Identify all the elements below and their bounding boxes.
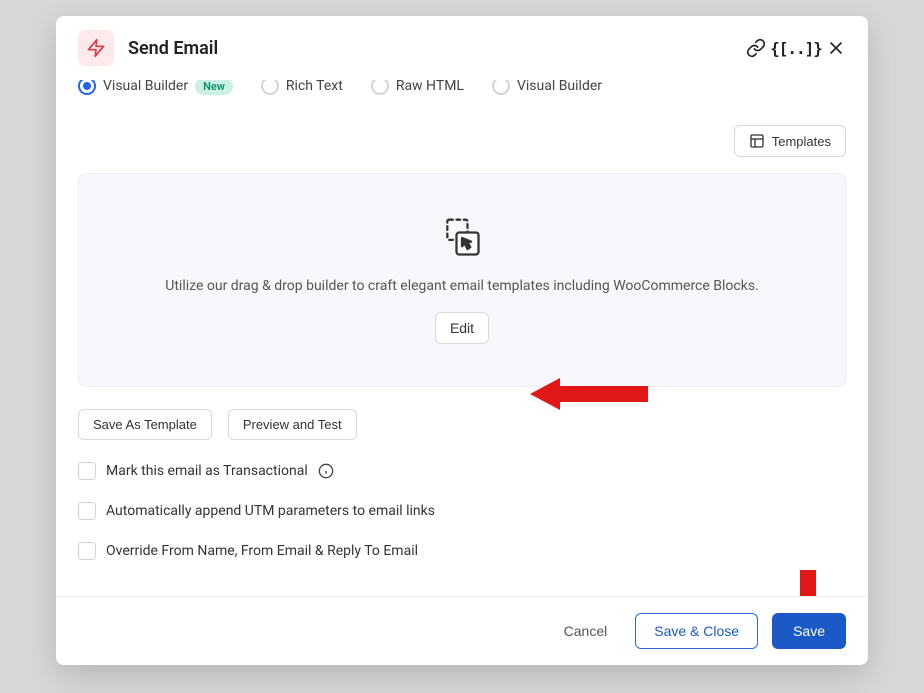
info-icon[interactable] [318,463,334,479]
save-as-template-button[interactable]: Save As Template [78,409,212,440]
save-label: Save [793,623,825,639]
utm-label: Automatically append UTM parameters to e… [106,503,435,519]
header-actions: {[..]} [746,38,846,58]
save-and-close-button[interactable]: Save & Close [635,613,758,649]
edit-button[interactable]: Edit [435,312,489,344]
smart-code-icon[interactable]: {[..]} [786,38,806,58]
radio-rich-text[interactable]: Rich Text [261,80,343,95]
radio-raw-html[interactable]: Raw HTML [371,80,464,95]
radio-visual-builder-2[interactable]: Visual Builder [492,80,602,95]
transactional-label: Mark this email as Transactional [106,463,308,479]
modal-header: Send Email {[..]} [56,16,868,80]
cancel-label: Cancel [564,623,608,639]
edit-label: Edit [450,320,474,336]
radio-ring [371,80,389,95]
preview-and-test-label: Preview and Test [243,417,342,432]
templates-row: Templates [78,125,846,157]
transactional-checkbox-row: Mark this email as Transactional [78,462,846,480]
save-and-close-label: Save & Close [654,623,739,639]
save-button[interactable]: Save [772,613,846,649]
builder-panel: Utilize our drag & drop builder to craft… [78,173,846,387]
transactional-checkbox[interactable] [78,462,96,480]
modal-title: Send Email [128,38,218,59]
preview-and-test-button[interactable]: Preview and Test [228,409,357,440]
radio-ring [492,80,510,95]
templates-label: Templates [772,134,831,149]
radio-label: Visual Builder [517,80,602,94]
save-as-template-label: Save As Template [93,417,197,432]
radio-label: Rich Text [286,80,343,94]
close-icon[interactable] [826,38,846,58]
utm-checkbox[interactable] [78,502,96,520]
cancel-button[interactable]: Cancel [550,614,622,648]
templates-button[interactable]: Templates [734,125,846,157]
utm-checkbox-row: Automatically append UTM parameters to e… [78,502,846,520]
action-type-icon [78,30,114,66]
radio-visual-builder[interactable]: Visual Builder New [78,80,233,95]
override-from-label: Override From Name, From Email & Reply T… [106,543,418,559]
send-email-modal: Send Email {[..]} Visual Builder New Ric… [56,16,868,665]
editor-type-radios: Visual Builder New Rich Text Raw HTML Vi… [78,80,846,95]
annotation-arrow-save [786,570,830,596]
builder-drag-icon [440,216,484,260]
radio-ring [261,80,279,95]
link-icon[interactable] [746,38,766,58]
override-from-checkbox-row: Override From Name, From Email & Reply T… [78,542,846,560]
radio-label: Visual Builder [103,80,188,94]
new-badge: New [195,80,233,95]
radio-label: Raw HTML [396,80,464,94]
builder-description: Utilize our drag & drop builder to craft… [99,278,825,294]
modal-body: Visual Builder New Rich Text Raw HTML Vi… [56,80,868,596]
modal-footer: Cancel Save & Close Save [56,596,868,665]
secondary-actions: Save As Template Preview and Test [78,409,846,440]
override-from-checkbox[interactable] [78,542,96,560]
radio-ring [78,80,96,95]
